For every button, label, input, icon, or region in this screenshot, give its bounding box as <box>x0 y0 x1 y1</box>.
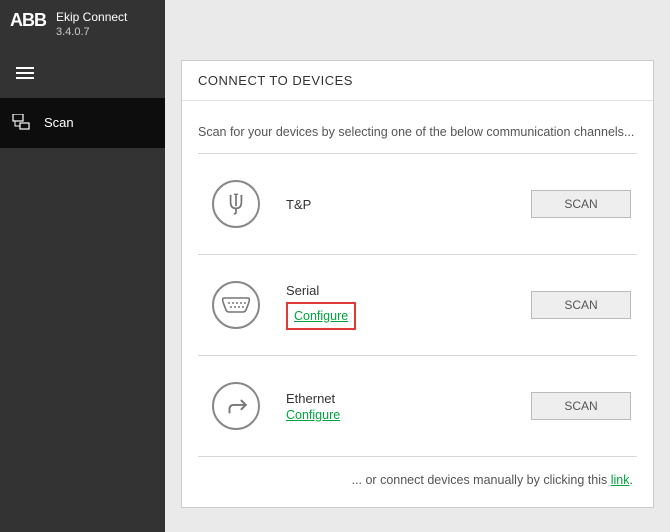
footer-post: . <box>630 473 633 487</box>
footer-text: ... or connect devices manually by click… <box>198 457 637 495</box>
configure-link-ethernet[interactable]: Configure <box>286 408 340 422</box>
serial-icon <box>212 281 260 329</box>
app-header: ABB Ekip Connect 3.4.0.7 <box>0 0 165 48</box>
configure-link-serial[interactable]: Configure <box>294 309 348 323</box>
tp-icon <box>212 180 260 228</box>
scan-button-tp[interactable]: SCAN <box>531 190 631 218</box>
protocol-text: Serial Configure <box>286 283 505 328</box>
scan-icon <box>12 114 30 132</box>
brand-logo: ABB <box>10 10 46 31</box>
footer-pre: ... or connect devices manually by click… <box>352 473 611 487</box>
ethernet-icon <box>212 382 260 430</box>
panel-body: Scan for your devices by selecting one o… <box>182 101 653 507</box>
main-area: CONNECT TO DEVICES Scan for your devices… <box>165 0 670 532</box>
protocol-name: Serial <box>286 283 505 298</box>
protocol-row-serial: Serial Configure SCAN <box>198 255 637 355</box>
app-name: Ekip Connect <box>56 10 127 26</box>
protocol-name: Ethernet <box>286 391 505 406</box>
scan-button-ethernet[interactable]: SCAN <box>531 392 631 420</box>
sidebar: ABB Ekip Connect 3.4.0.7 Scan <box>0 0 165 532</box>
connect-panel: CONNECT TO DEVICES Scan for your devices… <box>181 60 654 508</box>
protocol-text: T&P <box>286 197 505 212</box>
protocol-row-tp: T&P SCAN <box>198 154 637 254</box>
footer-link[interactable]: link <box>611 473 630 487</box>
app-meta: Ekip Connect 3.4.0.7 <box>56 10 127 38</box>
sidebar-item-label: Scan <box>44 115 74 130</box>
intro-text: Scan for your devices by selecting one o… <box>198 109 637 153</box>
app-version: 3.4.0.7 <box>56 26 127 38</box>
sidebar-item-scan[interactable]: Scan <box>0 98 165 148</box>
scan-button-serial[interactable]: SCAN <box>531 291 631 319</box>
protocol-text: Ethernet Configure <box>286 391 505 422</box>
protocol-name: T&P <box>286 197 505 212</box>
panel-title: CONNECT TO DEVICES <box>182 61 653 101</box>
protocol-row-ethernet: Ethernet Configure SCAN <box>198 356 637 456</box>
menu-toggle-button[interactable] <box>0 48 165 98</box>
configure-highlight: Configure <box>286 302 356 330</box>
